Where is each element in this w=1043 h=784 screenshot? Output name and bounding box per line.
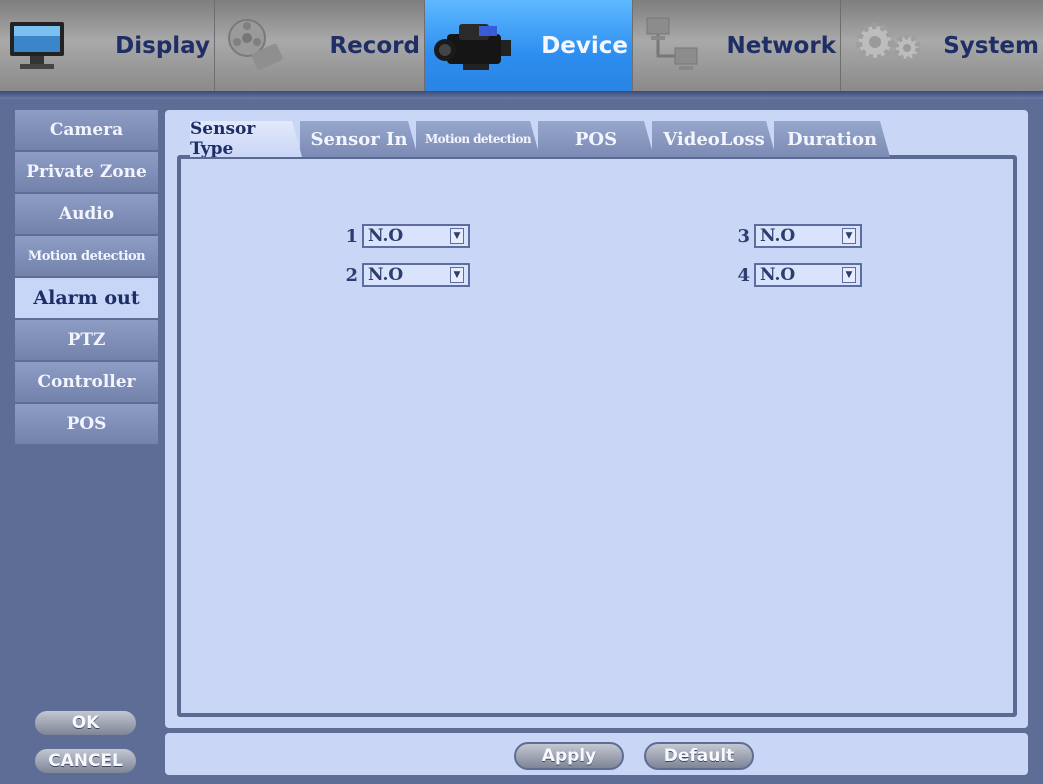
- tab-videoloss[interactable]: VideoLoss: [652, 121, 776, 157]
- sidebar-item-private-zone[interactable]: Private Zone: [15, 152, 158, 192]
- tab-duration[interactable]: Duration: [774, 121, 890, 157]
- sidebar-item-audio[interactable]: Audio: [15, 194, 158, 234]
- nav-item-network[interactable]: Network: [633, 0, 841, 91]
- sensor-row-4: 4 N.O ▼: [732, 263, 862, 287]
- ok-button[interactable]: OK: [33, 709, 138, 737]
- sensor-2-type-select[interactable]: N.O ▼: [362, 263, 470, 287]
- sensor-number: 1: [345, 225, 358, 247]
- sidebar-item-camera[interactable]: Camera: [15, 110, 158, 150]
- nav-item-device[interactable]: Device: [425, 0, 633, 91]
- camcorder-icon: [433, 12, 519, 84]
- sensor-3-type-select[interactable]: N.O ▼: [754, 224, 862, 248]
- sidebar-menu: Camera Private Zone Audio Motion detecti…: [15, 110, 158, 446]
- sensor-4-type-select[interactable]: N.O ▼: [754, 263, 862, 287]
- film-reel-icon: [223, 12, 287, 78]
- sensor-row-2: 2 N.O ▼: [340, 263, 470, 287]
- chevron-down-icon[interactable]: ▼: [842, 228, 856, 244]
- nav-label-network: Network: [726, 32, 836, 59]
- tab-sensor-in[interactable]: Sensor In: [300, 121, 418, 157]
- sensor-2-value: N.O: [368, 265, 404, 285]
- sidebar-item-alarm-out[interactable]: Alarm out: [15, 278, 158, 318]
- nav-item-record[interactable]: Record: [215, 0, 425, 91]
- nav-item-system[interactable]: System: [841, 0, 1043, 91]
- sensor-3-value: N.O: [760, 226, 796, 246]
- sensor-number: 4: [737, 264, 750, 286]
- apply-button[interactable]: Apply: [514, 742, 624, 770]
- sensor-number: 3: [737, 225, 750, 247]
- sidebar-item-ptz[interactable]: PTZ: [15, 320, 158, 360]
- nav-label-device: Device: [541, 32, 628, 59]
- gears-icon: [849, 12, 929, 78]
- sensor-1-value: N.O: [368, 226, 404, 246]
- sensor-row-1: 1 N.O ▼: [340, 224, 470, 248]
- chevron-down-icon[interactable]: ▼: [450, 267, 464, 283]
- sensor-row-3: 3 N.O ▼: [732, 224, 862, 248]
- top-navigation-bar: Display Record Device Network System: [0, 0, 1043, 91]
- monitor-icon: [8, 12, 66, 78]
- nav-item-display[interactable]: Display: [0, 0, 215, 91]
- sensor-number: 2: [345, 264, 358, 286]
- sensor-1-type-select[interactable]: N.O ▼: [362, 224, 470, 248]
- topnav-divider: [0, 91, 1043, 99]
- nav-label-record: Record: [329, 32, 420, 59]
- network-icon: [641, 12, 705, 78]
- tab-motion-detection[interactable]: Motion detection: [416, 121, 540, 157]
- sensor-4-value: N.O: [760, 265, 796, 285]
- tab-pos[interactable]: POS: [538, 121, 654, 157]
- sidebar-item-motion-detection[interactable]: Motion detection: [15, 236, 158, 276]
- sidebar-item-controller[interactable]: Controller: [15, 362, 158, 402]
- cancel-button[interactable]: CANCEL: [33, 747, 138, 775]
- nav-label-system: System: [943, 32, 1039, 59]
- chevron-down-icon[interactable]: ▼: [842, 267, 856, 283]
- tab-sensor-type[interactable]: Sensor Type: [190, 121, 302, 157]
- tab-content-box: [177, 155, 1017, 717]
- chevron-down-icon[interactable]: ▼: [450, 228, 464, 244]
- nav-label-display: Display: [115, 32, 210, 59]
- default-button[interactable]: Default: [644, 742, 754, 770]
- sidebar-item-pos[interactable]: POS: [15, 404, 158, 444]
